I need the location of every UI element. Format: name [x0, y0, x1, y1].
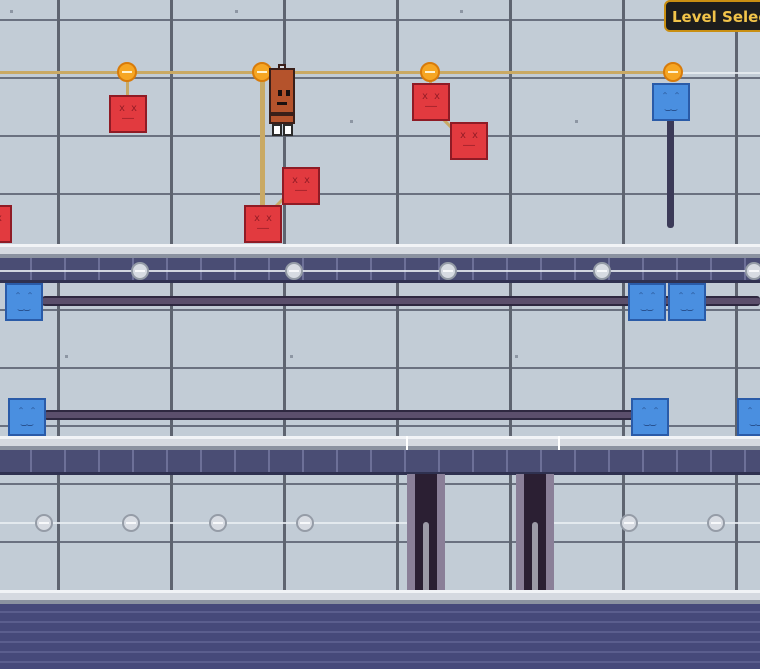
horizontal-track — [44, 410, 640, 420]
rivet — [10, 10, 13, 13]
door-bar — [423, 522, 429, 592]
rivet — [235, 10, 238, 13]
wire-node-icon[interactable] — [663, 62, 683, 82]
smiley-face-block[interactable]: ᵔ ᵔ ‿‿ — [628, 283, 666, 321]
rail-knob-icon — [131, 262, 149, 280]
dead-face-block[interactable]: x x —— — [412, 83, 450, 121]
smiley-face-block[interactable]: ᵔ ᵔ ‿‿ — [631, 398, 669, 436]
rivet — [65, 355, 68, 358]
player-mouth — [277, 102, 287, 105]
floor-platform — [0, 590, 760, 604]
rail-knob-icon — [439, 262, 457, 280]
rail-light — [554, 522, 760, 524]
rail-knob-icon — [745, 262, 760, 280]
rivet — [460, 10, 463, 13]
rail-knob-icon — [296, 514, 314, 532]
wire-node-icon[interactable] — [117, 62, 137, 82]
vertical-track — [667, 118, 674, 228]
player-eye — [278, 90, 282, 96]
player-foot — [283, 124, 293, 136]
rivet — [290, 355, 293, 358]
rail-light — [0, 270, 760, 272]
floor-base — [0, 604, 760, 669]
rivet — [575, 120, 578, 123]
door-bar — [532, 522, 538, 592]
rail-knob-icon — [285, 262, 303, 280]
smiley-face-block[interactable]: ᵔ ᵔ ‿‿ — [652, 83, 690, 121]
door[interactable] — [407, 474, 445, 592]
game-scene: x x —— x x —— x x —— x x —— x x —— x x —… — [0, 0, 760, 669]
level-select-button[interactable]: Level Select — [664, 0, 760, 32]
rail-knob-icon — [707, 514, 725, 532]
smiley-face-block[interactable]: ᵔ ᵔ ‿‿ — [8, 398, 46, 436]
rail-light — [672, 72, 760, 74]
rivet — [350, 120, 353, 123]
dead-face-block[interactable]: x x —— — [450, 122, 488, 160]
rail-knob-icon — [35, 514, 53, 532]
rail-light — [0, 522, 407, 524]
rail-knob-icon — [122, 514, 140, 532]
rivet — [515, 355, 518, 358]
player-eye — [286, 90, 290, 96]
smiley-face-block[interactable]: ᵔ ᵔ ‿‿ — [737, 398, 760, 436]
dead-face-block[interactable]: x x —— — [109, 95, 147, 133]
player-sausage-icon[interactable] — [265, 64, 299, 138]
player-belt — [269, 112, 295, 116]
dead-face-block[interactable]: x x —— — [244, 205, 282, 243]
player-foot — [272, 124, 282, 136]
rail-knob-icon — [593, 262, 611, 280]
floor-platform — [0, 244, 760, 258]
floor-band — [0, 450, 760, 475]
rail-knob-icon — [620, 514, 638, 532]
floor-platform — [0, 436, 760, 450]
dead-face-block[interactable]: x x —— — [282, 167, 320, 205]
dead-face-block[interactable]: x x —— — [0, 205, 12, 243]
wire-node-icon[interactable] — [420, 62, 440, 82]
door[interactable] — [516, 474, 554, 592]
smiley-face-block[interactable]: ᵔ ᵔ ‿‿ — [5, 283, 43, 321]
wire-horizontal — [0, 71, 672, 74]
smiley-face-block[interactable]: ᵔ ᵔ ‿‿ — [668, 283, 706, 321]
rail-knob-icon — [209, 514, 227, 532]
